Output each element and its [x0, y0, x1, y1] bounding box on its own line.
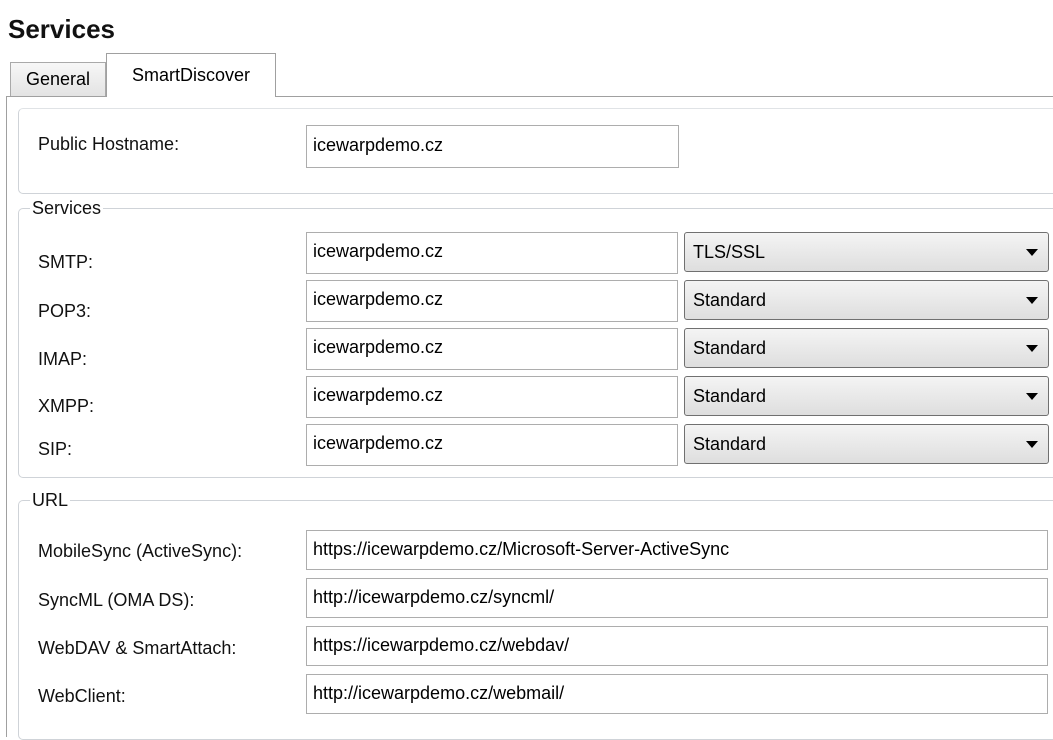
page-title: Services [8, 14, 115, 44]
imap-label: IMAP: [38, 349, 88, 369]
chevron-down-icon [1026, 297, 1038, 304]
webdav-label: WebDAV & SmartAttach: [38, 638, 237, 658]
pop3-security-select[interactable]: Standard [684, 280, 1049, 320]
url-legend: URL [30, 490, 71, 511]
pop3-security-value: Standard [693, 290, 767, 310]
webdav-url-input[interactable]: https://icewarpdemo.cz/webdav/ [306, 626, 1048, 666]
imap-security-select[interactable]: Standard [684, 328, 1049, 368]
services-legend: Services [30, 198, 104, 219]
smtp-host-input[interactable]: icewarpdemo.cz [306, 232, 678, 274]
sip-label: SIP: [38, 439, 73, 459]
sip-host-input[interactable]: icewarpdemo.cz [306, 424, 678, 466]
tab-connector [107, 95, 275, 98]
xmpp-security-select[interactable]: Standard [684, 376, 1049, 416]
chevron-down-icon [1026, 441, 1038, 448]
xmpp-host-input[interactable]: icewarpdemo.cz [306, 376, 678, 418]
chevron-down-icon [1026, 345, 1038, 352]
pop3-label: POP3: [38, 301, 92, 321]
chevron-down-icon [1026, 249, 1038, 256]
webclient-url-input[interactable]: http://icewarpdemo.cz/webmail/ [306, 674, 1048, 714]
imap-security-value: Standard [693, 338, 767, 358]
tab-general[interactable]: General [10, 62, 106, 96]
smtp-label: SMTP: [38, 252, 94, 272]
mobilesync-label: MobileSync (ActiveSync): [38, 541, 243, 561]
hostname-label: Public Hostname: [38, 134, 180, 154]
syncml-label: SyncML (OMA DS): [38, 590, 195, 610]
header [0, 0, 1053, 60]
smtp-security-value: TLS/SSL [693, 242, 766, 262]
mobilesync-url-input[interactable]: https://icewarpdemo.cz/Microsoft-Server-… [306, 530, 1048, 570]
webclient-label: WebClient: [38, 686, 126, 706]
xmpp-label: XMPP: [38, 396, 95, 416]
syncml-url-input[interactable]: http://icewarpdemo.cz/syncml/ [306, 578, 1048, 618]
sip-security-value: Standard [693, 434, 767, 454]
xmpp-security-value: Standard [693, 386, 767, 406]
smtp-security-select[interactable]: TLS/SSL [684, 232, 1049, 272]
sip-security-select[interactable]: Standard [684, 424, 1049, 464]
hostname-input[interactable]: icewarpdemo.cz [306, 125, 679, 168]
tab-smartdiscover[interactable]: SmartDiscover [106, 53, 276, 97]
pop3-host-input[interactable]: icewarpdemo.cz [306, 280, 678, 322]
imap-host-input[interactable]: icewarpdemo.cz [306, 328, 678, 370]
chevron-down-icon [1026, 393, 1038, 400]
